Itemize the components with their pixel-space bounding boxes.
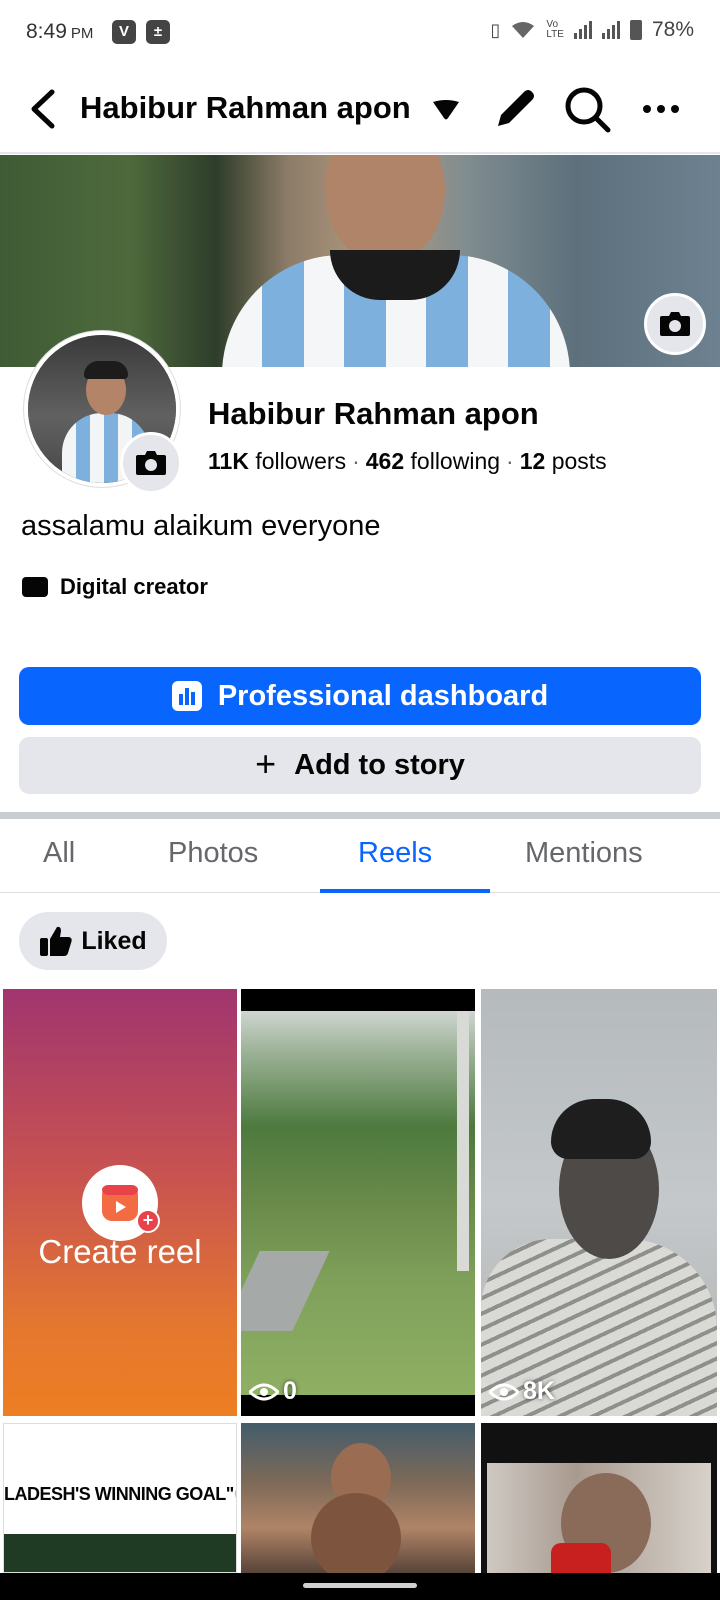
pencil-icon xyxy=(498,90,534,126)
wifi-icon xyxy=(512,22,535,38)
camera-icon xyxy=(136,451,166,475)
category-label: Digital creator xyxy=(60,574,208,599)
profile-stats: 11K followers · 462 following · 12 posts xyxy=(208,448,607,474)
search-button[interactable] xyxy=(560,82,614,136)
profile-category: Digital creator xyxy=(22,574,208,600)
create-reel-label: Create reel xyxy=(38,1233,202,1270)
more-options-button[interactable] xyxy=(636,82,690,136)
account-switcher-caret[interactable] xyxy=(430,96,462,126)
reel-thumbnail[interactable]: 0 xyxy=(241,989,475,1416)
signal-icon xyxy=(573,21,592,39)
signal-icon-2 xyxy=(601,21,620,39)
clapperboard-icon xyxy=(22,577,48,597)
top-app-bar: Habibur Rahman apon xyxy=(0,66,720,154)
status-time: 8:49 PM xyxy=(26,20,94,43)
posts-count: 12 posts xyxy=(519,448,607,474)
edit-button[interactable] xyxy=(488,82,542,136)
eye-icon xyxy=(489,1383,519,1400)
dashboard-icon xyxy=(171,681,202,711)
volte-icon: Vo LTE xyxy=(546,19,564,40)
following-link[interactable]: 462 following xyxy=(366,448,500,474)
edit-avatar-button[interactable] xyxy=(120,432,182,494)
edit-cover-button[interactable] xyxy=(644,293,706,355)
tab-mentions[interactable]: Mentions xyxy=(525,837,643,870)
thumbs-up-icon xyxy=(40,926,73,956)
add-to-story-button[interactable]: + Add to story xyxy=(19,737,701,794)
vibrate-icon: ▯ xyxy=(490,19,501,40)
add-icon: + xyxy=(136,1209,160,1233)
status-indicators: ▯ Vo LTE 78% xyxy=(490,18,694,42)
back-button[interactable] xyxy=(22,84,66,134)
section-divider xyxy=(0,812,720,819)
tab-all[interactable]: All xyxy=(43,837,75,870)
cover-face xyxy=(325,155,445,265)
back-arrow-icon xyxy=(31,89,55,129)
calculator-icon: ± xyxy=(146,20,170,44)
professional-dashboard-button[interactable]: Professional dashboard xyxy=(19,667,701,725)
view-count: 8K xyxy=(489,1377,555,1406)
followers-link[interactable]: 11K followers xyxy=(208,448,346,474)
profile-name: Habibur Rahman apon xyxy=(208,396,539,431)
search-icon xyxy=(565,87,611,133)
add-to-story-label: Add to story xyxy=(294,749,465,781)
reel-caption: LADESH'S WINNING GOAL"🥹 xyxy=(4,1484,237,1504)
reel-thumbnail[interactable] xyxy=(241,1423,475,1573)
battery-percent: 78% xyxy=(651,18,694,41)
plus-icon: + xyxy=(255,742,277,784)
header-title[interactable]: Habibur Rahman apon xyxy=(80,90,411,126)
battery-icon xyxy=(629,20,642,40)
camera-icon xyxy=(660,312,690,336)
more-icon xyxy=(643,105,679,113)
professional-dashboard-label: Professional dashboard xyxy=(217,679,549,712)
home-indicator[interactable] xyxy=(303,1583,417,1588)
status-bar: 8:49 PM V ± ▯ Vo LTE 78% xyxy=(0,0,720,66)
v-app-icon: V xyxy=(112,20,136,44)
reel-thumbnail[interactable] xyxy=(481,1423,717,1573)
create-reel-tile[interactable]: + Create reel xyxy=(3,989,237,1416)
active-tab-indicator xyxy=(320,889,490,893)
bio-text: assalamu alaikum everyone xyxy=(21,510,381,542)
reel-thumbnail[interactable]: 8K xyxy=(481,989,717,1416)
content-tabs: All Photos Reels Mentions xyxy=(0,819,720,893)
view-count: 0 xyxy=(249,1377,297,1406)
liked-label: Liked xyxy=(81,926,147,955)
caret-down-icon xyxy=(433,100,459,120)
tab-photos[interactable]: Photos xyxy=(168,837,258,870)
liked-filter-chip[interactable]: Liked xyxy=(19,912,167,970)
reel-thumbnail[interactable]: LADESH'S WINNING GOAL"🥹 xyxy=(3,1423,237,1573)
system-nav-bar xyxy=(0,1573,720,1600)
tab-reels[interactable]: Reels xyxy=(358,837,432,870)
eye-icon xyxy=(249,1383,279,1400)
